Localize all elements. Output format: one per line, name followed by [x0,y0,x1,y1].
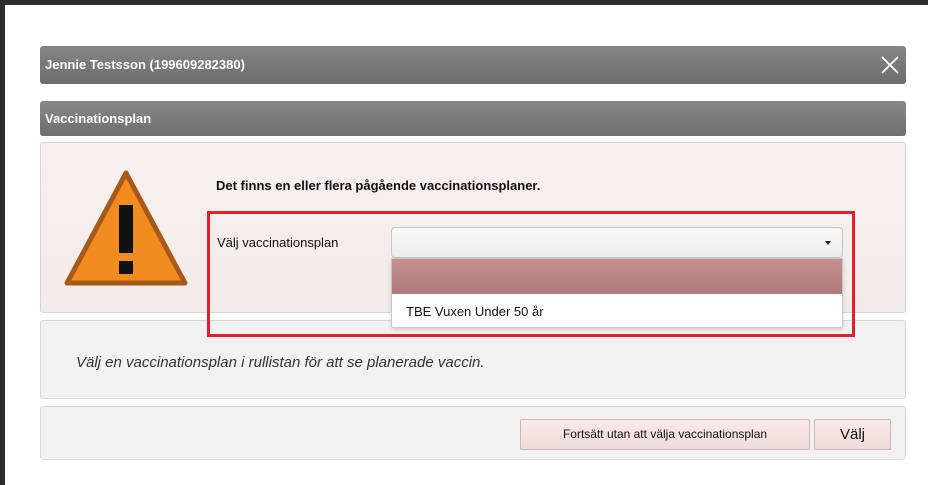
warning-message: Det finns en eller flera pågående vaccin… [216,178,541,193]
plan-select[interactable] [391,227,843,258]
window-frame-left [0,0,5,485]
info-panel: Välj en vaccinationsplan i rullistan för… [40,320,906,399]
dropdown-option-tbe[interactable]: TBE Vuxen Under 50 år [392,294,842,327]
chevron-down-icon [825,241,831,245]
dialog-title-bar: Jennie Testsson (199609282380) [40,46,906,84]
section-header: Vaccinationsplan [40,101,906,136]
select-button[interactable]: Välj [814,419,891,450]
window-frame-top [0,0,928,5]
section-title: Vaccinationsplan [45,111,152,126]
dropdown-option-label: TBE Vuxen Under 50 år [406,304,544,319]
plan-dropdown-list: TBE Vuxen Under 50 år [391,258,843,328]
close-icon[interactable] [878,53,902,77]
dialog-title: Jennie Testsson (199609282380) [45,57,245,72]
plan-select-label: Välj vaccinationsplan [217,235,339,250]
warning-icon [64,170,188,286]
info-text: Välj en vaccinationsplan i rullistan för… [76,354,485,371]
dropdown-option-empty[interactable] [392,259,842,294]
continue-without-plan-button[interactable]: Fortsätt utan att välja vaccinationsplan [520,419,810,450]
